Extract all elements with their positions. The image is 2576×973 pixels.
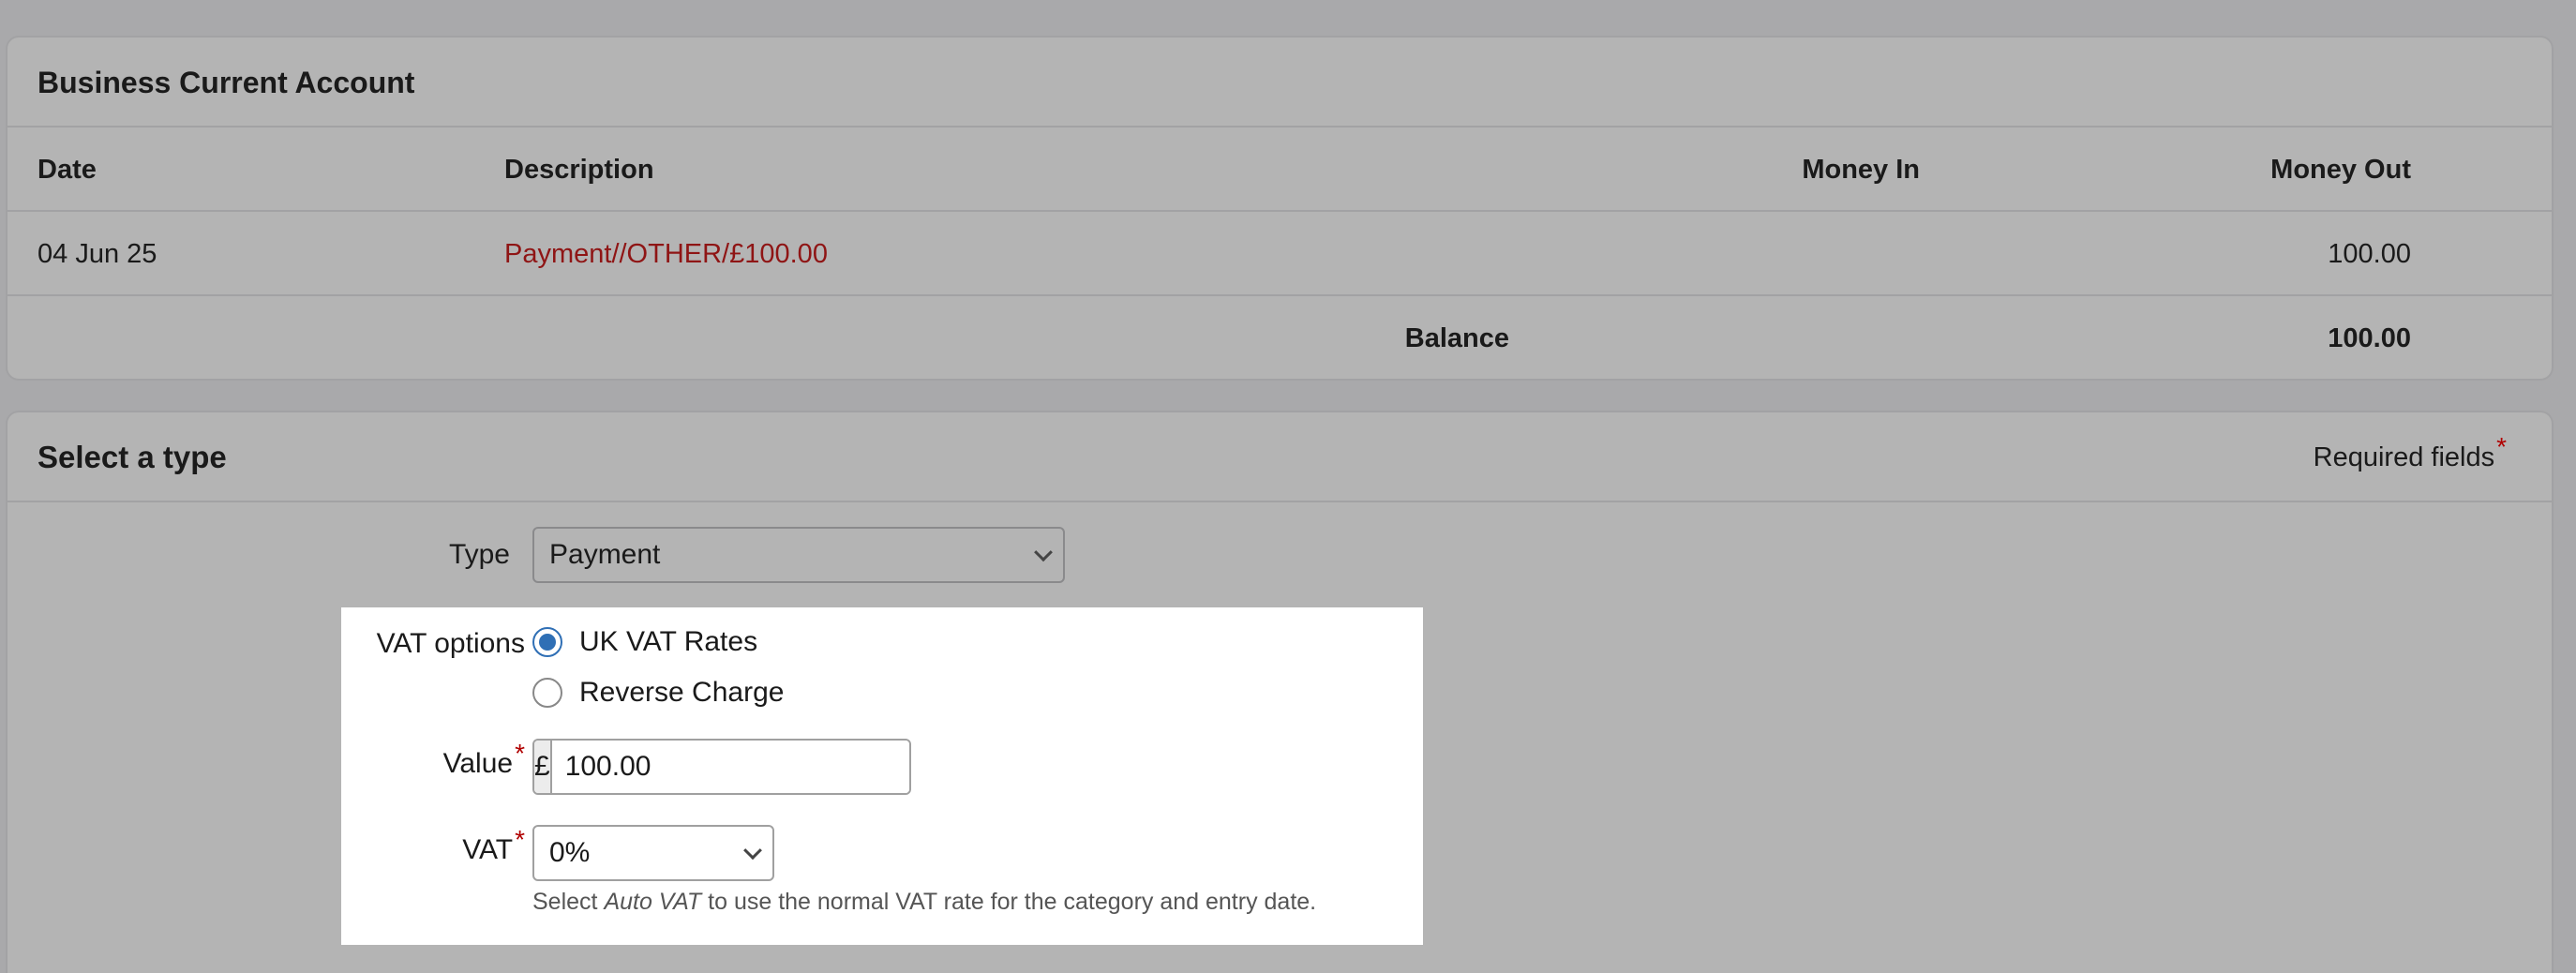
account-card: Business Current Account Date Descriptio… (6, 36, 2554, 381)
account-card-header: Business Current Account (7, 37, 2552, 127)
radio-option-reverse-charge[interactable]: Reverse Charge (532, 677, 784, 709)
vat-panel: VAT options UK VAT Rates Reverse Charge … (341, 607, 1423, 945)
column-header-money-in: Money In (1802, 155, 1920, 185)
radio-label-uk-vat-rates: UK VAT Rates (579, 626, 758, 657)
value-required-star: * (515, 739, 525, 768)
currency-addon: £ (534, 741, 552, 793)
vat-select-value: 0% (549, 837, 591, 868)
required-fields-text: Required fields (2313, 442, 2495, 472)
chevron-down-icon (743, 841, 762, 861)
vat-help-prefix: Select (532, 889, 605, 915)
value-input[interactable] (551, 741, 909, 793)
table-header-row: Date Description Money In Money Out (7, 127, 2552, 212)
value-label: Value* (442, 741, 525, 780)
radio-button-unchecked[interactable] (532, 678, 562, 708)
transaction-date: 04 Jun 25 (37, 239, 157, 269)
account-title: Business Current Account (37, 66, 415, 99)
balance-value: 100.00 (2328, 323, 2411, 353)
vat-options-label: VAT options (376, 628, 525, 659)
balance-label: Balance (1404, 323, 1509, 353)
vat-help-emphasis: Auto VAT (604, 889, 702, 915)
table-row: 04 Jun 25 Payment//OTHER/£100.00 100.00 (7, 212, 2552, 296)
required-star: * (2496, 432, 2507, 462)
vat-label-text: VAT (462, 834, 514, 865)
chevron-down-icon (1034, 543, 1053, 562)
type-label: Type (448, 539, 510, 570)
radio-option-uk-vat-rates[interactable]: UK VAT Rates (532, 626, 757, 658)
transaction-money-out: 100.00 (2328, 239, 2411, 269)
type-select[interactable]: Payment (532, 527, 1065, 583)
balance-row: Balance 100.00 (7, 296, 2552, 381)
vat-required-star: * (515, 825, 525, 854)
transaction-description-link[interactable]: Payment//OTHER/£100.00 (504, 212, 828, 296)
column-header-date: Date (37, 155, 97, 185)
value-label-text: Value (442, 748, 514, 779)
radio-label-reverse-charge: Reverse Charge (579, 677, 785, 708)
type-select-value: Payment (549, 539, 661, 570)
column-header-money-out: Money Out (2270, 155, 2411, 185)
column-header-description: Description (504, 155, 654, 185)
vat-select[interactable]: 0% (532, 825, 774, 881)
vat-help-suffix: to use the normal VAT rate for the categ… (701, 889, 1317, 915)
value-input-group: £ (532, 739, 911, 795)
required-fields-note: Required fields* (2314, 412, 2507, 502)
vat-help-text: Select Auto VAT to use the normal VAT ra… (532, 889, 1316, 916)
type-card-header: Select a type Required fields* (7, 412, 2552, 502)
type-card-title: Select a type (37, 440, 227, 474)
radio-button-checked[interactable] (532, 627, 562, 657)
vat-label: VAT* (462, 827, 525, 866)
